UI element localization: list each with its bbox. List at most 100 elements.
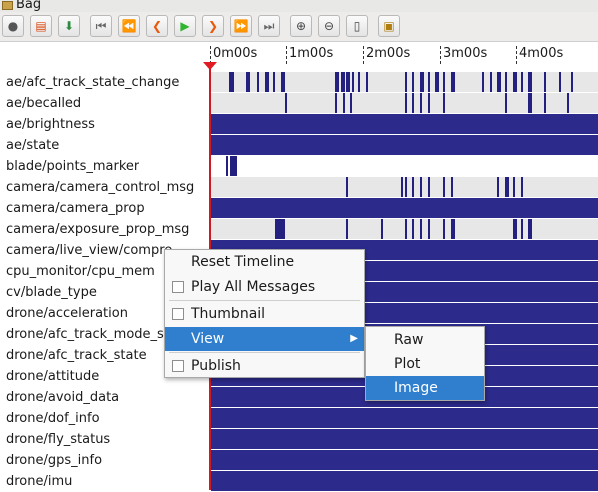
thumbnail-toggle-icon: ▣ bbox=[383, 19, 395, 33]
play-button[interactable]: ▶ bbox=[174, 15, 196, 37]
save-bag-button[interactable]: ⬇ bbox=[58, 15, 80, 37]
topic-label[interactable]: ae/afc_track_state_change bbox=[6, 72, 179, 93]
zoom-in-button[interactable]: ⊕ bbox=[290, 15, 312, 37]
topic-label[interactable]: ae/brightness bbox=[6, 114, 95, 135]
go-to-start-icon: ⏮ bbox=[95, 19, 107, 33]
topic-label[interactable]: camera/camera_prop bbox=[6, 198, 145, 219]
topic-label[interactable]: camera/exposure_prop_msg bbox=[6, 219, 189, 240]
topic-label[interactable]: camera/camera_control_msg bbox=[6, 177, 194, 198]
submenu-item-plot[interactable]: Plot bbox=[366, 352, 484, 376]
message-row[interactable] bbox=[211, 408, 598, 428]
thumbnail-toggle-button[interactable]: ▣ bbox=[378, 15, 400, 37]
message-mark bbox=[497, 72, 501, 92]
checkbox-icon[interactable] bbox=[172, 308, 184, 320]
menu-item-publish[interactable]: Publish bbox=[165, 354, 364, 378]
menu-item-label: Publish bbox=[191, 358, 241, 374]
checkbox-icon[interactable] bbox=[172, 360, 184, 372]
message-mark bbox=[490, 72, 492, 92]
topic-label[interactable]: drone/attitude bbox=[6, 366, 99, 387]
message-row[interactable] bbox=[211, 72, 598, 92]
checkbox-icon[interactable] bbox=[172, 281, 184, 293]
message-mark bbox=[275, 219, 285, 239]
message-row[interactable] bbox=[211, 135, 598, 155]
menu-item-label: View bbox=[191, 331, 225, 347]
message-row[interactable] bbox=[211, 219, 598, 239]
ruler-tick-label: 3m00s bbox=[443, 46, 488, 61]
context-menu: Reset Timeline Play All Messages Thumbna… bbox=[164, 249, 365, 378]
record-button[interactable]: ● bbox=[2, 15, 24, 37]
ruler-tick bbox=[286, 46, 287, 64]
submenu-item-raw[interactable]: Raw bbox=[366, 328, 484, 352]
message-mark bbox=[412, 72, 414, 92]
message-mark bbox=[521, 177, 523, 197]
window-title: Bag bbox=[16, 0, 42, 12]
message-mark bbox=[505, 93, 507, 113]
message-row[interactable] bbox=[211, 450, 598, 470]
topic-label[interactable]: drone/fly_status bbox=[6, 429, 110, 450]
topic-label[interactable]: drone/afc_track_mode_st bbox=[6, 324, 169, 345]
message-mark bbox=[451, 219, 455, 239]
ruler-tick-label: 4m00s bbox=[519, 46, 564, 61]
message-row[interactable] bbox=[211, 471, 598, 491]
topic-label[interactable]: ae/state bbox=[6, 135, 59, 156]
menu-item-label: Play All Messages bbox=[191, 279, 316, 295]
step-back-icon: ❮ bbox=[151, 19, 163, 33]
menu-item-reset-timeline[interactable]: Reset Timeline bbox=[165, 250, 364, 274]
fast-forward-icon: ⏩ bbox=[233, 19, 249, 33]
topic-label[interactable]: ae/becalled bbox=[6, 93, 81, 114]
message-mark bbox=[521, 219, 523, 239]
topic-label[interactable]: blade/points_marker bbox=[6, 156, 139, 177]
message-mark bbox=[513, 219, 517, 239]
message-row[interactable] bbox=[211, 198, 598, 218]
message-mark bbox=[420, 177, 422, 197]
step-forward-button[interactable]: ❯ bbox=[202, 15, 224, 37]
message-mark bbox=[405, 219, 407, 239]
message-row[interactable] bbox=[211, 114, 598, 134]
topic-label[interactable]: drone/imu bbox=[6, 471, 72, 492]
zoom-out-button[interactable]: ⊖ bbox=[318, 15, 340, 37]
menu-item-label: Thumbnail bbox=[191, 306, 266, 322]
topic-label[interactable]: camera/live_view/compre bbox=[6, 240, 172, 261]
message-row[interactable] bbox=[211, 156, 598, 176]
topic-label[interactable]: cv/blade_type bbox=[6, 282, 97, 303]
topic-label[interactable]: cpu_monitor/cpu_mem bbox=[6, 261, 155, 282]
step-back-button[interactable]: ❮ bbox=[146, 15, 168, 37]
topic-label[interactable]: drone/gps_info bbox=[6, 450, 102, 471]
message-mark bbox=[230, 156, 237, 176]
menu-item-play-all-messages[interactable]: Play All Messages bbox=[165, 275, 364, 299]
message-mark bbox=[265, 72, 269, 92]
menu-item-view[interactable]: View ▶ bbox=[165, 327, 364, 351]
topic-label[interactable]: drone/dof_info bbox=[6, 408, 100, 429]
message-mark bbox=[420, 219, 422, 239]
rewind-button[interactable]: ⏪ bbox=[118, 15, 140, 37]
topic-label[interactable]: drone/avoid_data bbox=[6, 387, 119, 408]
message-mark bbox=[497, 177, 499, 197]
bag-app-icon bbox=[2, 1, 13, 10]
menu-item-thumbnail[interactable]: Thumbnail bbox=[165, 302, 364, 326]
message-mark bbox=[559, 72, 561, 92]
message-mark bbox=[443, 219, 445, 239]
message-mark bbox=[335, 93, 337, 113]
zoom-reset-button[interactable]: ▯ bbox=[346, 15, 368, 37]
go-to-end-button[interactable]: ⏭ bbox=[258, 15, 280, 37]
time-ruler[interactable]: 0m00s 1m00s 2m00s 3m00s 4m00s bbox=[210, 42, 598, 72]
message-mark bbox=[571, 72, 573, 92]
submenu-item-image[interactable]: Image bbox=[366, 376, 484, 400]
ruler-tick bbox=[440, 46, 441, 64]
message-mark bbox=[513, 72, 517, 92]
message-mark bbox=[226, 156, 228, 176]
message-mark bbox=[401, 177, 403, 197]
topic-label[interactable]: drone/acceleration bbox=[6, 303, 128, 324]
open-bag-button[interactable]: ▤ bbox=[30, 15, 52, 37]
topic-label[interactable]: drone/afc_track_state bbox=[6, 345, 147, 366]
ruler-tick-label: 2m00s bbox=[366, 46, 411, 61]
message-mark bbox=[428, 93, 430, 113]
message-mark bbox=[335, 72, 339, 92]
zoom-out-icon: ⊖ bbox=[323, 19, 335, 33]
message-row[interactable] bbox=[211, 429, 598, 449]
message-mark bbox=[435, 72, 439, 92]
fast-forward-button[interactable]: ⏩ bbox=[230, 15, 252, 37]
message-row[interactable] bbox=[211, 177, 598, 197]
go-to-start-button[interactable]: ⏮ bbox=[90, 15, 112, 37]
message-row[interactable] bbox=[211, 93, 598, 113]
